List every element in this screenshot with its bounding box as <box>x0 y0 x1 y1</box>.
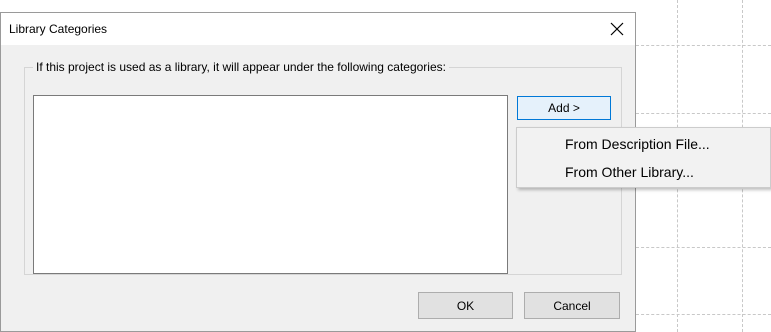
categories-listbox[interactable] <box>33 95 508 274</box>
close-button[interactable] <box>605 17 629 41</box>
grid-line <box>636 113 771 114</box>
grid-line <box>636 247 771 248</box>
close-icon <box>610 22 624 36</box>
grid-line <box>636 45 771 46</box>
menu-item-from-other-library[interactable]: From Other Library... <box>565 164 694 180</box>
ok-button[interactable]: OK <box>418 292 513 319</box>
groupbox-label: If this project is used as a library, it… <box>33 60 449 74</box>
grid-line <box>636 314 771 315</box>
dialog-titlebar: Library Categories <box>1 13 635 45</box>
add-dropdown-menu: From Description File... From Other Libr… <box>516 127 771 188</box>
cancel-button[interactable]: Cancel <box>524 292 620 319</box>
dialog-title: Library Categories <box>9 22 108 36</box>
add-button[interactable]: Add > <box>517 96 611 120</box>
menu-item-from-description-file[interactable]: From Description File... <box>565 136 710 152</box>
